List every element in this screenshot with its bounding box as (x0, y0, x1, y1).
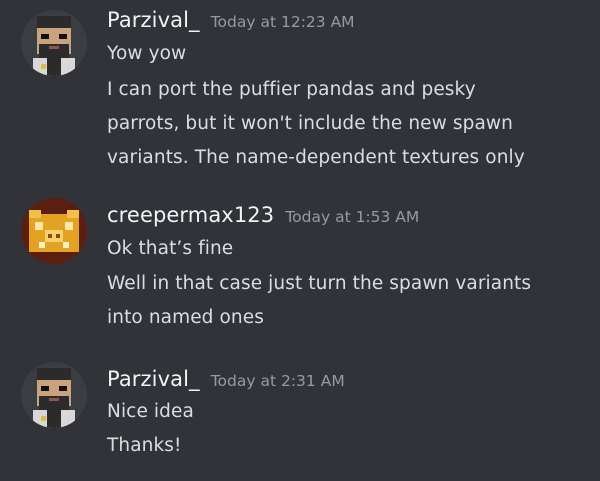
message-header: creepermax123 Today at 1:53 AM (107, 203, 419, 227)
avatar[interactable] (21, 10, 87, 76)
username[interactable]: Parzival_ (107, 8, 200, 32)
bearded-character-avatar-icon (21, 362, 87, 428)
message-text: Well in that case just turn the spawn va… (107, 273, 532, 294)
pig-face-avatar-icon (21, 198, 87, 264)
message-header: Parzival_ Today at 12:23 AM (107, 8, 355, 32)
message-text: Nice idea (107, 401, 194, 422)
message-text: into named ones (107, 307, 264, 328)
username[interactable]: creepermax123 (107, 203, 274, 227)
avatar[interactable] (21, 198, 87, 264)
username[interactable]: Parzival_ (107, 367, 200, 391)
message-header: Parzival_ Today at 2:31 AM (107, 367, 345, 391)
message-text: Thanks! (107, 435, 182, 456)
chat-messages: Parzival_ Today at 12:23 AM Yow yow I ca… (0, 0, 600, 481)
timestamp[interactable]: Today at 2:31 AM (211, 372, 345, 390)
message-text: Yow yow (107, 43, 187, 64)
message-text: Ok that’s fine (107, 238, 234, 259)
bearded-character-avatar-icon (21, 10, 87, 76)
message-text: I can port the puffier pandas and pesky (107, 79, 476, 100)
timestamp[interactable]: Today at 1:53 AM (285, 208, 419, 226)
message-text: parrots, but it won't include the new sp… (107, 113, 513, 134)
message-text: variants. The name-dependent textures on… (107, 147, 525, 168)
avatar[interactable] (21, 362, 87, 428)
timestamp[interactable]: Today at 12:23 AM (211, 13, 355, 31)
